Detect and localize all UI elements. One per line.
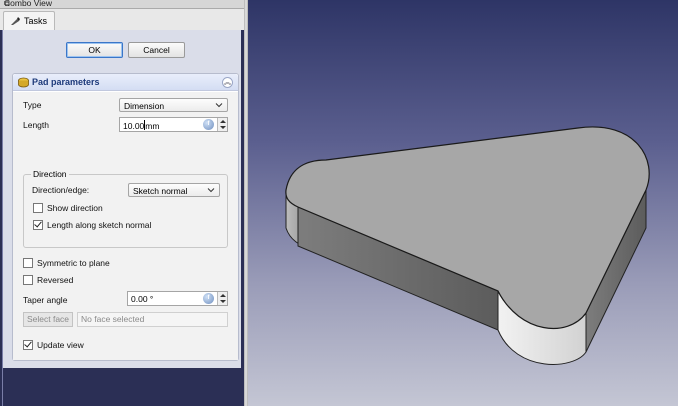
show-direction-label: Show direction	[47, 203, 103, 213]
length-value: 10.00	[123, 121, 145, 131]
symmetric-checkbox[interactable]	[23, 258, 33, 268]
select-face-button[interactable]: Select face	[23, 312, 73, 327]
taper-angle-input[interactable]: 0.00 ° f	[127, 291, 228, 306]
taper-angle-label: Taper angle	[23, 295, 68, 305]
combo-view: Combo View ⧉ Tasks OK Cancel Pad paramet…	[0, 0, 244, 406]
length-label: Length	[23, 120, 49, 130]
tab-label: Tasks	[24, 16, 48, 26]
type-value: Dimension	[124, 101, 165, 111]
direction-edge-label: Direction/edge:	[32, 185, 90, 195]
direction-edge-dropdown[interactable]: Sketch normal	[128, 183, 220, 197]
combo-view-titlebar: Combo View ⧉	[0, 0, 244, 9]
tasks-icon	[11, 17, 20, 25]
task-panel: OK Cancel Pad parameters ︽ Type Dimensio…	[3, 30, 241, 368]
symmetric-label: Symmetric to plane	[37, 258, 110, 268]
pad-parameters-title: Pad parameters	[32, 77, 100, 87]
3d-viewport[interactable]	[248, 0, 678, 406]
tasks-pane: OK Cancel Pad parameters ︽ Type Dimensio…	[2, 30, 242, 406]
update-view-label: Update view	[37, 340, 84, 350]
direction-group-title: Direction	[31, 169, 69, 179]
collapse-icon[interactable]: ︽	[222, 77, 233, 88]
expression-icon[interactable]: f	[203, 293, 214, 304]
pad-parameters-header[interactable]: Pad parameters ︽	[13, 74, 238, 91]
cancel-button[interactable]: Cancel	[128, 42, 185, 58]
ok-button[interactable]: OK	[66, 42, 123, 58]
face-field: No face selected	[77, 312, 228, 327]
length-along-normal-label: Length along sketch normal	[47, 220, 152, 230]
pad-parameters-body: Type Dimension Length 10.00mm f Directio…	[13, 92, 238, 360]
pad-icon	[18, 77, 29, 88]
direction-edge-value: Sketch normal	[133, 186, 188, 196]
chevron-down-icon	[215, 103, 223, 108]
length-input[interactable]: 10.00mm f	[119, 117, 228, 132]
update-view-checkbox[interactable]	[23, 339, 33, 350]
reversed-checkbox[interactable]	[23, 275, 33, 285]
show-direction-checkbox[interactable]	[33, 203, 43, 213]
direction-group: Direction Direction/edge: Sketch normal …	[23, 169, 228, 248]
tab-bar: Tasks	[0, 9, 244, 31]
expression-icon[interactable]: f	[203, 119, 214, 130]
taper-angle-stepper[interactable]	[217, 292, 227, 305]
length-stepper[interactable]	[217, 118, 227, 131]
pad-parameters-panel: Pad parameters ︽ Type Dimension Length 1…	[12, 73, 239, 361]
type-label: Type	[23, 100, 42, 110]
type-dropdown[interactable]: Dimension	[119, 98, 228, 112]
chevron-down-icon	[207, 188, 215, 193]
reversed-label: Reversed	[37, 275, 74, 285]
tab-tasks[interactable]: Tasks	[3, 11, 55, 31]
check-icon	[24, 339, 32, 348]
undock-icon[interactable]: ⧉	[4, 0, 240, 9]
taper-angle-value: 0.00 °	[131, 294, 154, 304]
pad-solid[interactable]	[248, 0, 678, 406]
length-along-normal-checkbox[interactable]	[33, 219, 43, 230]
check-icon	[34, 219, 42, 228]
length-unit: mm	[145, 121, 160, 131]
